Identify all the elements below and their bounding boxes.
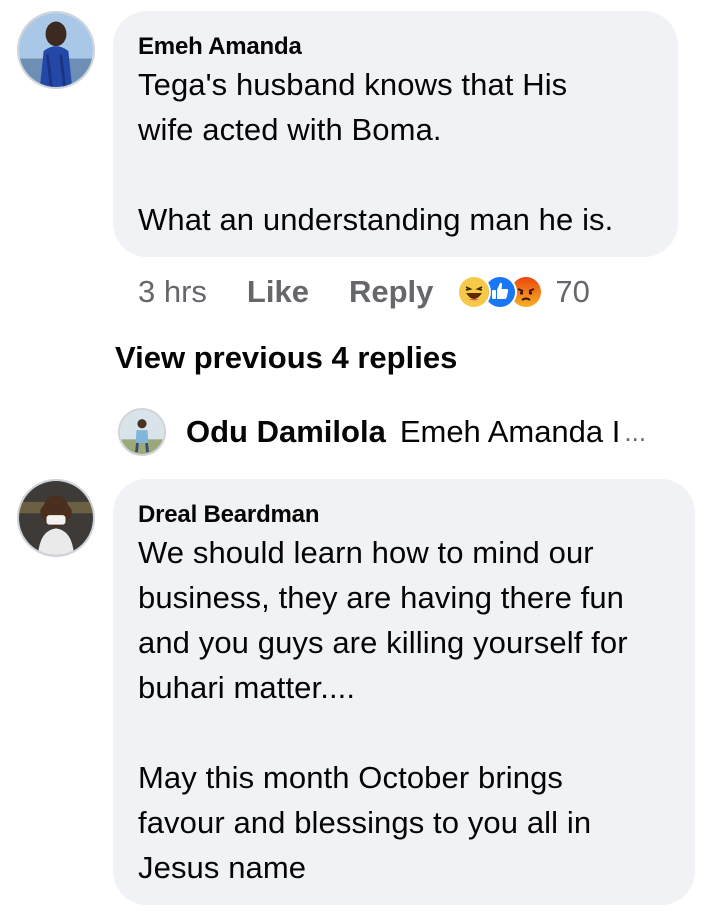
haha-reaction-icon [457,275,492,309]
avatar-odu-damilola[interactable] [118,408,166,456]
avatar-emeh-amanda[interactable] [17,11,95,89]
view-previous-replies-link[interactable]: View previous 4 replies [115,340,457,376]
reply-preview[interactable]: Odu Damilola Emeh Amanda I ... [118,406,646,458]
comment-text: Tega's husband knows that His wife acted… [138,67,614,237]
comment-author[interactable]: Emeh Amanda [138,33,302,61]
comment-bubble: Emeh Amanda Tega's husband knows that Hi… [113,11,678,257]
reaction-summary[interactable] [457,275,544,309]
profile-photo-icon [19,481,93,555]
avatar-dreal-beardman[interactable] [17,479,95,557]
like-button[interactable]: Like [247,274,309,310]
profile-photo-icon [19,13,93,87]
reply-snippet: Emeh Amanda I [399,414,621,449]
comment-actions: 3 hrs Like Reply 70 [138,272,590,312]
comment-text: We should learn how to mind our business… [138,535,628,885]
reply-button[interactable]: Reply [349,274,433,310]
comment-author[interactable]: Dreal Beardman [138,501,319,529]
reply-ellipsis: ... [624,416,647,447]
profile-photo-icon [120,410,164,454]
comment-timestamp[interactable]: 3 hrs [138,274,207,310]
reaction-count: 70 [555,274,590,309]
comment-bubble: Dreal Beardman We should learn how to mi… [113,479,695,905]
reply-author[interactable]: Odu Damilola [186,414,386,450]
